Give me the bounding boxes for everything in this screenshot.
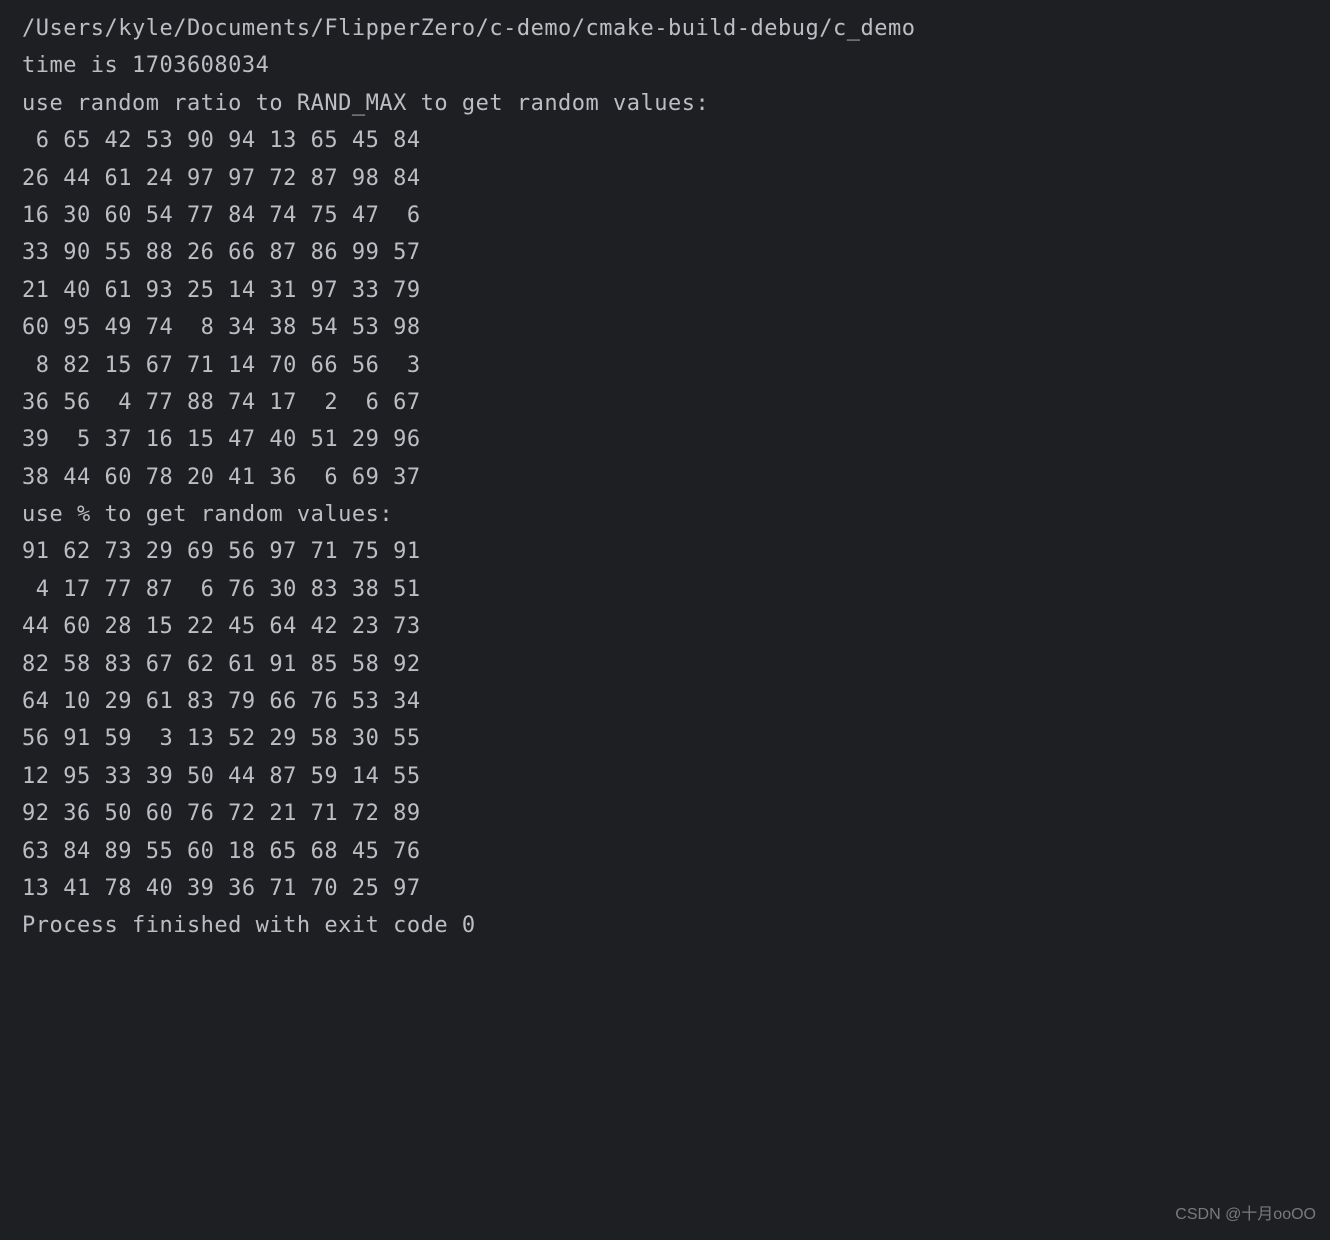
grid-row: 44 60 28 15 22 45 64 42 23 73 [22, 608, 1330, 645]
grid-row: 13 41 78 40 39 36 71 70 25 97 [22, 870, 1330, 907]
grid-row: 4 17 77 87 6 76 30 83 38 51 [22, 571, 1330, 608]
grid-2: 91 62 73 29 69 56 97 71 75 91 4 17 77 87… [22, 533, 1330, 907]
section-header-2: use % to get random values: [22, 496, 1330, 533]
grid-row: 6 65 42 53 90 94 13 65 45 84 [22, 122, 1330, 159]
grid-row: 63 84 89 55 60 18 65 68 45 76 [22, 833, 1330, 870]
grid-row: 21 40 61 93 25 14 31 97 33 79 [22, 272, 1330, 309]
grid-row: 26 44 61 24 97 97 72 87 98 84 [22, 160, 1330, 197]
grid-row: 12 95 33 39 50 44 87 59 14 55 [22, 758, 1330, 795]
grid-row: 91 62 73 29 69 56 97 71 75 91 [22, 533, 1330, 570]
grid-row: 36 56 4 77 88 74 17 2 6 67 [22, 384, 1330, 421]
section-header-1: use random ratio to RAND_MAX to get rand… [22, 85, 1330, 122]
time-line: time is 1703608034 [22, 47, 1330, 84]
grid-row: 39 5 37 16 15 47 40 51 29 96 [22, 421, 1330, 458]
grid-row: 16 30 60 54 77 84 74 75 47 6 [22, 197, 1330, 234]
grid-1: 6 65 42 53 90 94 13 65 45 8426 44 61 24 … [22, 122, 1330, 496]
grid-row: 82 58 83 67 62 61 91 85 58 92 [22, 646, 1330, 683]
grid-row: 56 91 59 3 13 52 29 58 30 55 [22, 720, 1330, 757]
watermark: CSDN @十月ooOO [1175, 1201, 1316, 1228]
grid-row: 33 90 55 88 26 66 87 86 99 57 [22, 234, 1330, 271]
grid-row: 38 44 60 78 20 41 36 6 69 37 [22, 459, 1330, 496]
exit-line: Process finished with exit code 0 [22, 907, 1330, 944]
grid-row: 60 95 49 74 8 34 38 54 53 98 [22, 309, 1330, 346]
exec-path: /Users/kyle/Documents/FlipperZero/c-demo… [22, 10, 1330, 47]
grid-row: 92 36 50 60 76 72 21 71 72 89 [22, 795, 1330, 832]
grid-row: 8 82 15 67 71 14 70 66 56 3 [22, 347, 1330, 384]
grid-row: 64 10 29 61 83 79 66 76 53 34 [22, 683, 1330, 720]
